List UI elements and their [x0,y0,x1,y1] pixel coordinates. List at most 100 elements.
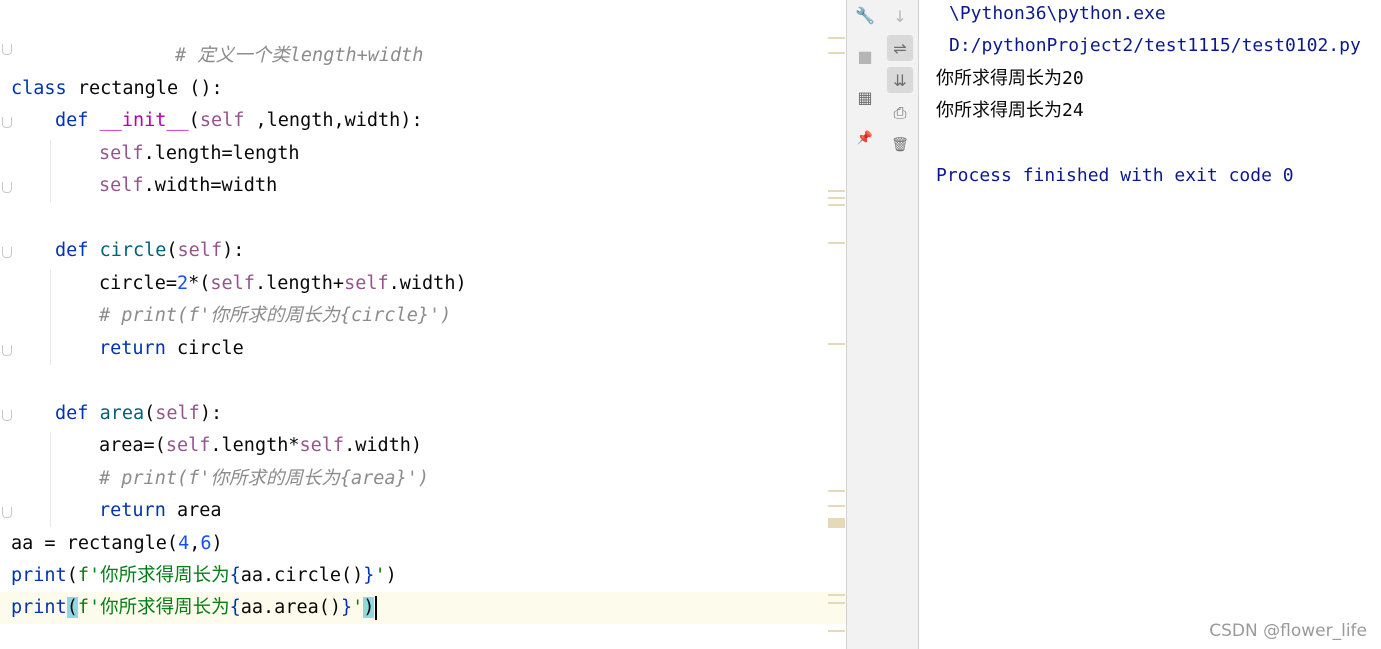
number: 4 [178,533,190,554]
keyword: def [55,403,89,424]
statement: circle [165,338,244,359]
wrench-icon[interactable]: 🔧 [852,2,878,28]
error-stripe-marker[interactable] [828,518,845,528]
statement: area [165,500,222,521]
console-path-interpreter[interactable]: \Python36\python.exe [949,0,1166,30]
statement: .width) [344,435,423,456]
code-line[interactable]: # 定义一个类length+width [0,40,846,72]
comment: # 定义一个类length+width [175,45,424,66]
error-stripe-marker[interactable] [828,594,845,596]
code-line-current[interactable]: print(f'你所求得周长为{aa.area()}') [0,592,846,624]
error-stripe-marker[interactable] [828,505,845,507]
self-ref: self [210,273,255,294]
code-line[interactable]: # print(f'你所求的周长为{circle}') [0,300,846,332]
error-stripe-marker[interactable] [828,630,845,632]
brace: } [341,597,353,618]
code-line[interactable]: self.length=length [0,138,846,170]
statement: .width=width [143,175,278,196]
console-exit-message: Process finished with exit code 0 [936,165,1294,186]
brace: { [229,565,241,586]
code-line[interactable]: print(f'你所求得周长为{aa.circle()}') [0,560,846,592]
expression: aa.area() [240,597,342,618]
params: ,length,width): [244,110,423,131]
statement: .width) [388,273,467,294]
error-stripe-marker[interactable] [828,37,845,39]
error-stripe-marker[interactable] [828,602,845,604]
stop-icon[interactable]: ■ [852,43,878,69]
string: ' [352,597,364,618]
code-line[interactable]: def circle(self): [0,235,846,267]
arrow-down-icon[interactable]: ↓ [887,3,913,29]
console-output-line: 你所求得周长为20 [936,68,1084,89]
self-param: self [155,403,200,424]
paren: ( [144,403,156,424]
builtin: print [11,565,67,586]
pin-icon[interactable]: 📌 [852,125,878,151]
self-ref: self [99,143,144,164]
paren: ( [188,110,200,131]
keyword: class [11,78,67,99]
string: ' [374,565,386,586]
self-ref: self [99,175,144,196]
layout-icon[interactable]: ▦ [852,84,878,110]
error-stripe-marker[interactable] [828,52,845,54]
text-caret [375,596,378,620]
self-param: self [177,240,223,261]
code-editor[interactable]: # 定义一个类length+width class rectangle (): … [0,0,846,649]
watermark: CSDN @flower_life [1209,621,1367,641]
code-line[interactable]: class rectangle (): [0,73,846,105]
run-console[interactable]: \Python36\python.exe D:/pythonProject2/t… [919,0,1381,649]
class-name: rectangle (): [66,78,223,99]
print-icon[interactable]: ⎙ [887,100,913,126]
trash-icon[interactable]: 🗑 [887,132,913,158]
string: f'你所求得周长为 [77,565,230,586]
error-stripe-marker[interactable] [828,190,845,192]
keyword: return [99,338,166,359]
code-line[interactable]: def __init__(self ,length,width): [0,105,846,137]
code-line[interactable]: # print(f'你所求的周长为{area}') [0,463,846,495]
error-stripe-marker[interactable] [828,490,845,492]
builtin: print [11,597,67,618]
statement: .length* [210,435,300,456]
statement: circle= [99,273,177,294]
number: 2 [176,273,189,294]
code-line[interactable]: return area [0,495,846,527]
paren: ( [166,240,178,261]
code-line[interactable]: return circle [0,333,846,365]
self-ref: self [299,435,345,456]
scroll-to-end-icon[interactable]: ⇊ [887,67,913,93]
error-stripe-marker[interactable] [828,204,845,206]
statement: *( [188,273,211,294]
statement: , [189,533,201,554]
paren-match: ( [66,597,78,618]
run-toolbar-right: ↓ ⇌ ⇊ ⎙ 🗑 [883,0,919,649]
paren-match: ) [363,597,375,618]
code-line[interactable]: circle=2*(self.length+self.width) [0,268,846,300]
number: 6 [200,533,212,554]
comment: # print(f'你所求的周长为{area}') [99,468,429,489]
paren: ): [222,240,245,261]
error-stripe-marker[interactable] [828,197,845,199]
code-line[interactable]: def area(self): [0,398,846,430]
keyword: def [55,110,89,131]
paren: ) [385,565,397,586]
console-output-line: 你所求得周长为24 [936,100,1084,121]
expression: aa.circle() [240,565,364,586]
error-stripe-marker[interactable] [828,242,845,244]
console-path-script[interactable]: D:/pythonProject2/test1115/test0102.py [949,30,1361,62]
code-line[interactable]: self.width=width [0,170,846,202]
statement: area=( [99,435,166,456]
error-stripe-marker[interactable] [828,343,845,345]
code-line[interactable]: area=(self.length*self.width) [0,430,846,462]
self-ref: self [344,273,389,294]
statement: aa = rectangle( [11,533,179,554]
function-name: circle [99,240,167,261]
statement: .length+ [254,273,345,294]
soft-wrap-icon[interactable]: ⇌ [887,35,913,61]
function-name: area [99,403,145,424]
code-line[interactable]: aa = rectangle(4,6) [0,528,846,560]
brace: } [363,565,375,586]
brace: { [229,597,241,618]
function-name: __init__ [99,110,189,131]
keyword: return [99,500,166,521]
